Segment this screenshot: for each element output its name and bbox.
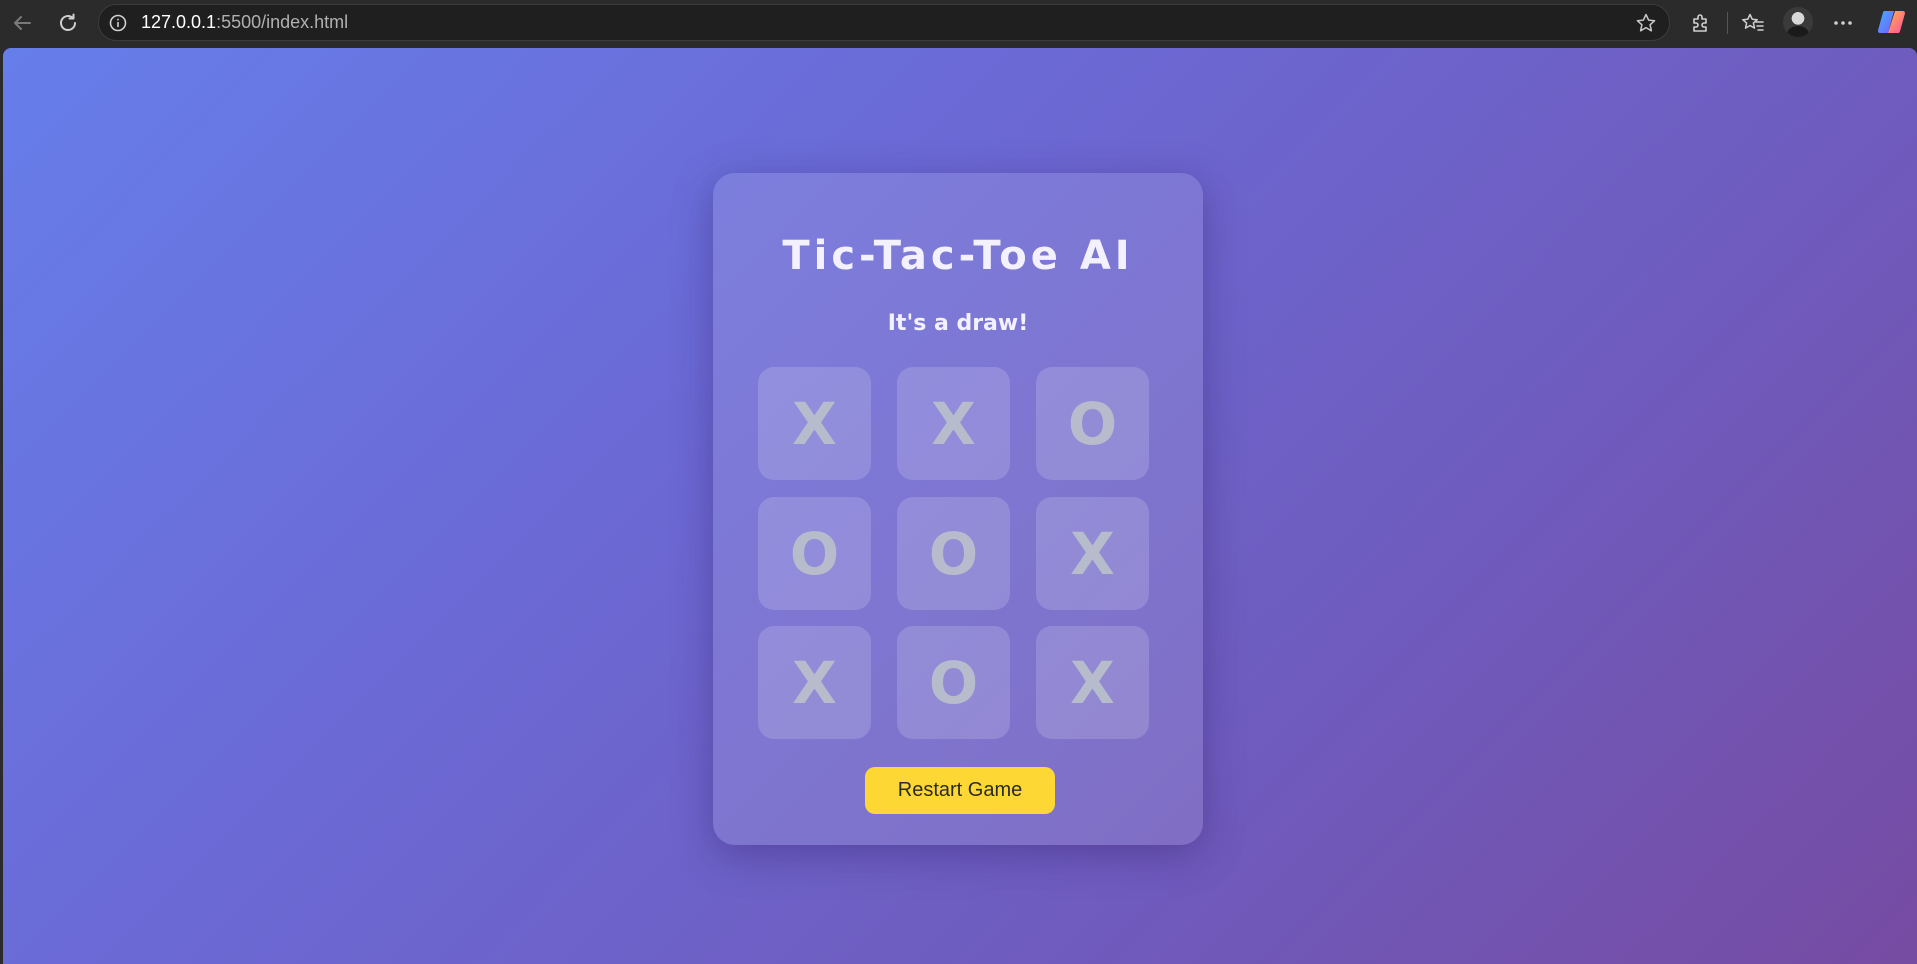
copilot-icon[interactable] bbox=[1876, 7, 1906, 37]
favorites-icon bbox=[1742, 13, 1764, 31]
game-board: X X O O O X X O X bbox=[758, 367, 1150, 739]
reload-icon bbox=[60, 13, 76, 31]
game-card: Tic-Tac-Toe AI It's a draw! X X O O O X … bbox=[713, 173, 1203, 845]
board-cell[interactable]: X bbox=[758, 626, 871, 739]
url-text[interactable]: 127.0.0.1:5500/index.html bbox=[141, 5, 348, 40]
board-cell[interactable]: O bbox=[897, 497, 1010, 610]
back-arrow-icon bbox=[14, 16, 31, 30]
board-cell[interactable]: X bbox=[897, 367, 1010, 480]
puzzle-icon bbox=[1693, 14, 1707, 32]
toolbar-divider bbox=[1727, 12, 1728, 34]
restart-button[interactable]: Restart Game bbox=[865, 767, 1055, 814]
board-cell[interactable]: X bbox=[758, 367, 871, 480]
star-icon[interactable] bbox=[1635, 12, 1657, 34]
avatar[interactable] bbox=[1783, 7, 1813, 37]
board-cell[interactable]: X bbox=[1036, 497, 1149, 610]
board-cell[interactable]: O bbox=[758, 497, 871, 610]
extensions-button[interactable] bbox=[1684, 6, 1718, 40]
back-button[interactable] bbox=[5, 6, 39, 40]
info-icon[interactable] bbox=[109, 14, 127, 32]
board-cell[interactable]: X bbox=[1036, 626, 1149, 739]
url-host: 127.0.0.1 bbox=[141, 12, 217, 32]
board-cell[interactable]: O bbox=[1036, 367, 1149, 480]
page-title: Tic-Tac-Toe AI bbox=[782, 233, 1134, 279]
page-viewport: Tic-Tac-Toe AI It's a draw! X X O O O X … bbox=[3, 48, 1917, 964]
url-path: :5500/index.html bbox=[216, 12, 349, 32]
more-icon bbox=[1834, 21, 1852, 25]
game-status: It's a draw! bbox=[887, 311, 1029, 336]
favorites-button[interactable] bbox=[1736, 6, 1770, 40]
reload-button[interactable] bbox=[51, 6, 85, 40]
more-button[interactable] bbox=[1826, 6, 1860, 40]
address-bar[interactable]: 127.0.0.1:5500/index.html bbox=[98, 4, 1670, 41]
board-cell[interactable]: O bbox=[897, 626, 1010, 739]
browser-toolbar: 127.0.0.1:5500/index.html bbox=[0, 0, 1917, 45]
